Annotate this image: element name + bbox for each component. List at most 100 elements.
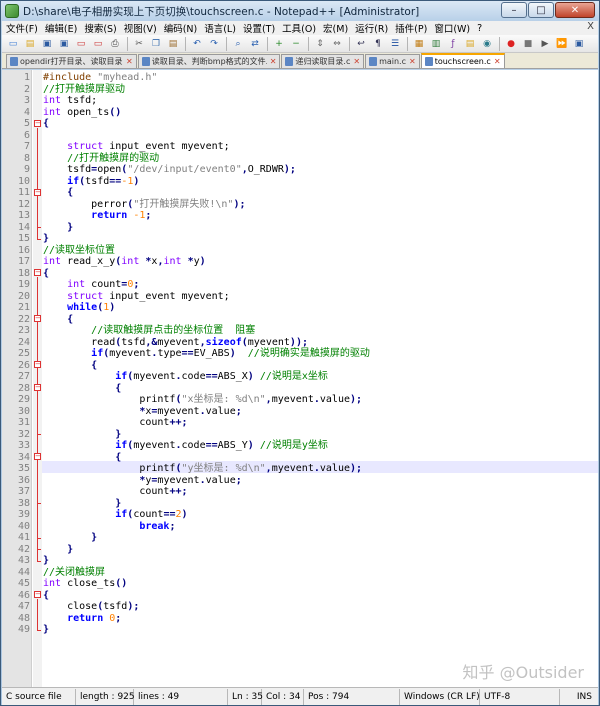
code-line[interactable]: 19 int count=0; [2, 279, 598, 291]
open-file-icon[interactable]: ▤ [23, 37, 37, 51]
save-icon[interactable]: ▣ [40, 37, 54, 51]
code-line[interactable]: 33 if(myevent.code==ABS_Y) //说明是y坐标 [2, 440, 598, 452]
menu-file[interactable]: 文件(F) [6, 21, 38, 35]
menu-tools[interactable]: 工具(O) [282, 21, 316, 35]
code-line[interactable]: 8 //打开触摸屏的驱动 [2, 153, 598, 165]
tab-close-icon[interactable]: ✕ [494, 57, 501, 66]
code-line[interactable]: 28 { [2, 383, 598, 395]
tab-close-icon[interactable]: ✕ [126, 57, 133, 66]
find-icon[interactable]: ⌕ [231, 37, 245, 51]
code-line[interactable]: 43} [2, 555, 598, 567]
code-line[interactable]: 25 if(myevent.type==EV_ABS) //说明确实是触摸屏的驱… [2, 348, 598, 360]
code-line[interactable]: 26 { [2, 360, 598, 372]
tab-read-dir-bmp[interactable]: 读取目录、判断bmp格式的文件.c ✕ [137, 54, 281, 68]
show-all-chars-icon[interactable]: ¶ [371, 37, 385, 51]
stop-record-icon[interactable]: ■ [521, 37, 535, 51]
folder-workspace-icon[interactable]: ▤ [463, 37, 477, 51]
code-line[interactable]: 23 //读取触摸屏点击的坐标位置 阻塞 [2, 325, 598, 337]
code-line[interactable]: 34 { [2, 452, 598, 464]
menu-window[interactable]: 窗口(W) [434, 21, 470, 35]
monitor-icon[interactable]: ◉ [480, 37, 494, 51]
doc-map-icon[interactable]: ▥ [429, 37, 443, 51]
word-wrap-icon[interactable]: ↩ [354, 37, 368, 51]
copy-icon[interactable]: ❐ [149, 37, 163, 51]
replace-icon[interactable]: ⇄ [248, 37, 262, 51]
save-all-icon[interactable]: ▣ [57, 37, 71, 51]
function-list-icon[interactable]: ƒ [446, 37, 460, 51]
code-editor[interactable]: − − − − − − − − 1 #include "myhead.h" 2//打开触摸屏驱动 3… [2, 70, 598, 687]
record-macro-icon[interactable]: ● [504, 37, 518, 51]
code-line[interactable]: 46 { [2, 590, 598, 602]
code-line[interactable]: 11 { [2, 187, 598, 199]
status-insert-mode[interactable]: INS [560, 689, 596, 705]
close-window-button[interactable]: ✕ [555, 2, 595, 18]
menu-view[interactable]: 视图(V) [124, 21, 157, 35]
code-line[interactable]: 15} [2, 233, 598, 245]
code-line[interactable]: 44 //关闭触摸屏 [2, 567, 598, 579]
code-line[interactable]: 36 *y=myevent.value; [2, 475, 598, 487]
menu-help[interactable]: ? [477, 23, 482, 34]
code-line[interactable]: 37 count++; [2, 486, 598, 498]
code-line[interactable]: 12 perror("打开触摸屏失败!\n"); [2, 199, 598, 211]
zoom-in-icon[interactable]: + [272, 37, 286, 51]
code-line[interactable]: 29 printf("x坐标是: %d\n",myevent.value); [2, 394, 598, 406]
code-line[interactable]: 21 while(1) [2, 302, 598, 314]
code-line[interactable]: 1 #include "myhead.h" [2, 72, 598, 84]
sync-vertical-icon[interactable]: ⇕ [313, 37, 327, 51]
status-eol-format[interactable]: Windows (CR LF) [400, 688, 480, 705]
code-line[interactable]: 45 int close_ts() [2, 578, 598, 590]
code-line[interactable]: 6 [2, 130, 598, 142]
menu-plugins[interactable]: 插件(P) [395, 21, 427, 35]
redo-icon[interactable]: ↷ [207, 37, 221, 51]
code-line[interactable]: 27 if(myevent.code==ABS_X) //说明是x坐标 [2, 371, 598, 383]
code-line[interactable]: 18 { [2, 268, 598, 280]
code-line[interactable]: 48 return 0; [2, 613, 598, 625]
code-line[interactable]: 3 int tsfd; [2, 95, 598, 107]
zoom-out-icon[interactable]: − [289, 37, 303, 51]
code-line[interactable]: 20 struct input_event myevent; [2, 291, 598, 303]
code-line[interactable]: 35 printf("y坐标是: %d\n",myevent.value); [2, 463, 598, 475]
save-macro-icon[interactable]: ▣ [572, 37, 586, 51]
menu-edit[interactable]: 编辑(E) [45, 21, 77, 35]
code-line[interactable]: 40 break; [2, 521, 598, 533]
sync-horizontal-icon[interactable]: ⇔ [330, 37, 344, 51]
cut-icon[interactable]: ✂ [132, 37, 146, 51]
code-line[interactable]: 47 close(tsfd); [2, 601, 598, 613]
code-line[interactable]: 5{ [2, 118, 598, 130]
code-line[interactable]: 24 read(tsfd,&myevent,sizeof(myevent)); [2, 337, 598, 349]
code-line[interactable]: 4 int open_ts() [2, 107, 598, 119]
minimize-button[interactable]: – [501, 2, 527, 18]
code-line[interactable]: 2 //打开触摸屏驱动 [2, 84, 598, 96]
code-line[interactable]: 16 //读取坐标位置 [2, 245, 598, 257]
play-macro-icon[interactable]: ▶ [538, 37, 552, 51]
title-bar[interactable]: D:\share\电子相册实现上下页切换\touchscreen.c - Not… [1, 1, 599, 21]
menu-search[interactable]: 搜索(S) [84, 21, 116, 35]
undo-icon[interactable]: ↶ [190, 37, 204, 51]
code-line[interactable]: 9 tsfd=open("/dev/input/event0",O_RDWR); [2, 164, 598, 176]
code-line[interactable]: 7 struct input_event myevent; [2, 141, 598, 153]
tab-close-icon[interactable]: ✕ [270, 57, 277, 66]
code-line[interactable]: 42 } [2, 544, 598, 556]
user-define-icon[interactable]: ▦ [412, 37, 426, 51]
menu-encoding[interactable]: 编码(N) [164, 21, 198, 35]
code-line[interactable]: 39 if(count==2) [2, 509, 598, 521]
tab-touchscreen[interactable]: touchscreen.c ✕ [420, 53, 505, 68]
menu-macro[interactable]: 宏(M) [323, 21, 348, 35]
new-file-icon[interactable]: ▭ [6, 37, 20, 51]
code-line[interactable]: 14 } [2, 222, 598, 234]
code-line[interactable]: 30 *x=myevent.value; [2, 406, 598, 418]
code-line[interactable]: 22 { [2, 314, 598, 326]
code-line[interactable]: 31 count++; [2, 417, 598, 429]
menu-settings[interactable]: 设置(T) [243, 21, 275, 35]
tab-main[interactable]: main.c ✕ [365, 54, 420, 68]
tab-close-icon[interactable]: ✕ [409, 57, 416, 66]
run-macro-multiple-icon[interactable]: ⏩ [555, 37, 569, 51]
close-all-icon[interactable]: ▭ [91, 37, 105, 51]
tab-opendir[interactable]: opendir打开目录、读取目录.c ✕ [6, 54, 137, 68]
tab-close-icon[interactable]: ✕ [353, 57, 360, 66]
code-line[interactable]: 41 } [2, 532, 598, 544]
close-file-icon[interactable]: ▭ [74, 37, 88, 51]
tab-recursive-dir[interactable]: 递归读取目录.c ✕ [281, 54, 365, 68]
maximize-button[interactable]: □ [528, 2, 554, 18]
close-document-icon[interactable]: X [587, 21, 594, 32]
